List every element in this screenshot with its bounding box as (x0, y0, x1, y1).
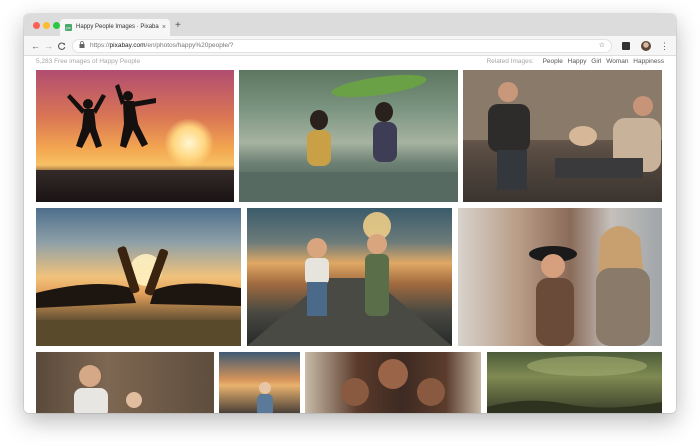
kids-scene (247, 212, 452, 346)
related-images-bar: Related Images: People Happy Girl Woman … (486, 58, 664, 65)
photo-child-sunset[interactable] (219, 352, 300, 413)
address-bar[interactable]: https://pixabay.com/en/photos/happy%20pe… (72, 39, 612, 53)
related-link-woman[interactable]: Woman (606, 58, 628, 65)
maximize-window-button[interactable] (53, 22, 60, 29)
women-scene (529, 226, 650, 346)
tab-bar: px Happy People Images · Pixaba × + (24, 14, 676, 36)
url-scheme: https:// (90, 42, 110, 49)
leaf-umbrella-scene (239, 74, 458, 202)
friends-scene (463, 70, 662, 190)
jumping-silhouettes (67, 84, 156, 148)
desktop-background: px Happy People Images · Pixaba × + ← → … (0, 0, 700, 446)
child-sunset-scene (257, 382, 273, 413)
photo-beer-toast-sunset[interactable] (36, 208, 241, 346)
results-count: 5,283 Free images of Happy People (36, 58, 141, 65)
minimize-window-button[interactable] (43, 22, 50, 29)
mother-child-scene (74, 365, 142, 413)
url-path: /en/photos/happy%20people/? (145, 42, 234, 49)
browser-tab[interactable]: px Happy People Images · Pixaba × (60, 19, 170, 36)
three-women-scene (341, 359, 445, 406)
star-icon[interactable]: ☆ (599, 40, 605, 52)
photo-landscape-hills[interactable] (487, 352, 662, 413)
photo-girls-leaf-umbrella[interactable] (239, 70, 458, 202)
photo-jumping-sunset[interactable] (36, 70, 234, 202)
lock-icon (79, 41, 85, 53)
related-link-people[interactable]: People (543, 58, 563, 65)
beer-bottles-scene (36, 246, 241, 346)
photo-women-laughing-hats[interactable] (458, 208, 662, 346)
forward-button[interactable]: → (44, 39, 53, 53)
new-tab-button[interactable]: + (175, 19, 181, 33)
profile-avatar[interactable] (641, 41, 651, 51)
pixabay-favicon-icon: px (65, 24, 72, 31)
close-window-button[interactable] (33, 22, 40, 29)
landscape-scene (487, 356, 662, 413)
related-link-happy[interactable]: Happy (568, 58, 587, 65)
url-domain: pixabay.com (109, 42, 146, 49)
related-link-girl[interactable]: Girl (591, 58, 601, 65)
url-text: https://pixabay.com/en/photos/happy%20pe… (90, 40, 233, 52)
back-button[interactable]: ← (31, 39, 40, 53)
browser-window: px Happy People Images · Pixaba × + ← → … (24, 14, 676, 413)
page-content: 5,283 Free images of Happy People Relate… (24, 56, 676, 413)
photo-friends-laughing-bench[interactable] (463, 70, 662, 202)
extension-icon[interactable] (622, 42, 630, 50)
browser-toolbar: ← → https://pixabay.com/en/photos/happy%… (24, 36, 676, 56)
related-link-happiness[interactable]: Happiness (633, 58, 664, 65)
photo-kids-holding-hands[interactable] (247, 208, 452, 346)
reload-icon (58, 42, 66, 50)
tab-title: Happy People Images · Pixaba (76, 24, 159, 30)
photo-three-women-smiling[interactable] (305, 352, 481, 413)
related-images-label: Related Images: (486, 58, 534, 65)
photo-mother-child-wood[interactable] (36, 352, 214, 413)
browser-menu-button[interactable]: ⋮ (660, 39, 669, 53)
reload-button[interactable] (58, 39, 66, 54)
tab-close-icon[interactable]: × (162, 19, 166, 36)
